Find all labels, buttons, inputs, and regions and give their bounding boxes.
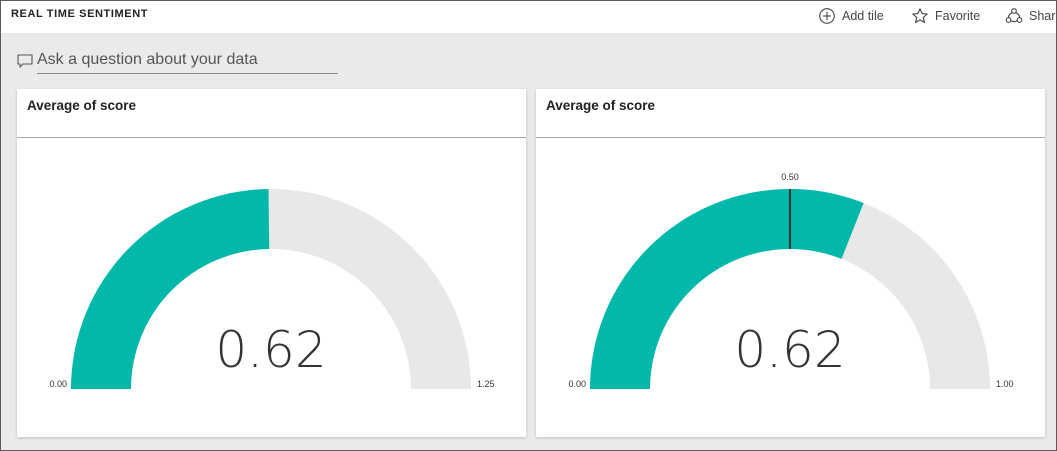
gauge-chart: 0.50 0.62 0.00 1.00 <box>568 172 1014 389</box>
gauge-min-label: 0.00 <box>568 379 586 389</box>
gauge-value: 0.62 <box>215 321 326 379</box>
share-label: Share <box>1029 9 1056 23</box>
gauge-max-label: 1.25 <box>477 379 495 389</box>
add-tile-button[interactable]: Add tile <box>818 5 884 27</box>
qna-box <box>17 47 340 75</box>
qna-input[interactable] <box>37 47 338 74</box>
gauge-tile-1[interactable]: Average of score 0.62 0.00 1.25 <box>17 89 526 437</box>
share-icon <box>1005 7 1023 25</box>
star-icon <box>911 7 929 25</box>
dashboard-title: REAL TIME SENTIMENT <box>11 8 149 20</box>
gauge-chart: 0.62 0.00 1.25 <box>49 189 495 389</box>
dashboard: REAL TIME SENTIMENT Add tile Favorite Sh… <box>0 0 1057 451</box>
top-bar: REAL TIME SENTIMENT Add tile Favorite Sh… <box>1 1 1056 33</box>
add-tile-label: Add tile <box>842 9 884 23</box>
gauge-value: 0.62 <box>734 321 845 379</box>
favorite-button[interactable]: Favorite <box>911 5 980 27</box>
gauge-target-label: 0.50 <box>781 172 799 182</box>
gauge-tile-2[interactable]: Average of score 0.50 0.62 0.00 1.00 <box>536 89 1045 437</box>
gauge-min-label: 0.00 <box>49 379 67 389</box>
plus-circle-icon <box>818 7 836 25</box>
share-button[interactable]: Share <box>1005 5 1056 27</box>
speech-bubble-icon <box>17 54 33 68</box>
favorite-label: Favorite <box>935 9 981 23</box>
gauge-max-label: 1.00 <box>996 379 1014 389</box>
